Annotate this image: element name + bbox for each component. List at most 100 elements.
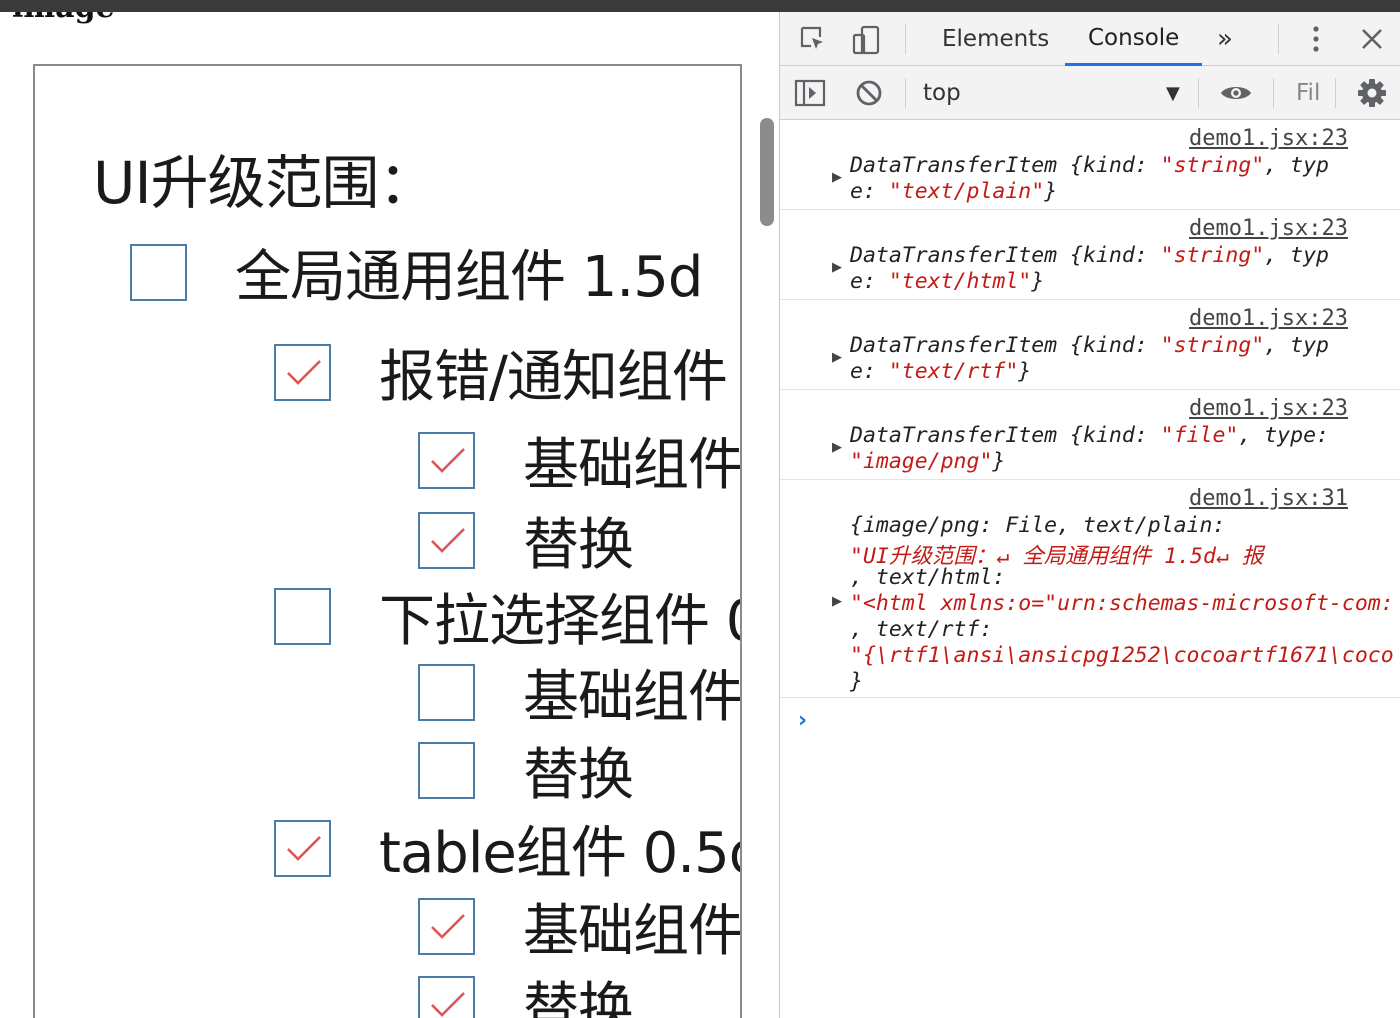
checklist-item: 替换 xyxy=(418,510,634,578)
checkbox[interactable] xyxy=(418,741,475,799)
log-string: "string" xyxy=(1160,333,1265,358)
log-text: e: xyxy=(850,179,889,204)
checklist-item: 替换 xyxy=(418,974,634,1018)
log-text: , typ xyxy=(1264,153,1329,178)
log-text: } xyxy=(1044,179,1058,204)
log-line: DataTransferItem {kind: "file", type: xyxy=(850,423,1329,448)
console-message[interactable]: demo1.jsx:23 ▶ DataTransferItem {kind: "st… xyxy=(780,120,1400,210)
checkbox[interactable] xyxy=(418,511,475,569)
tab-console[interactable]: Console xyxy=(1065,12,1203,66)
checklist-item: 报错/通知组件 ( xyxy=(274,342,740,410)
checklist-item-label: 全局通用组件 1.5d xyxy=(235,244,703,310)
checklist-item: 基础组件 xyxy=(418,896,740,964)
log-text: } xyxy=(1018,359,1032,384)
filter-input[interactable]: Fil xyxy=(1296,66,1320,120)
device-toolbar-icon[interactable] xyxy=(850,24,882,56)
source-link[interactable]: demo1.jsx:23 xyxy=(1189,216,1348,241)
more-tabs-icon[interactable]: » xyxy=(1217,12,1233,66)
separator xyxy=(905,24,906,54)
expand-triangle-icon[interactable]: ▶ xyxy=(832,260,842,275)
log-text: e: xyxy=(850,359,889,384)
tab-elements[interactable]: Elements xyxy=(942,12,1049,66)
log-string: "text/html" xyxy=(888,269,1032,294)
checkbox[interactable] xyxy=(130,243,187,301)
checkmark-icon xyxy=(287,359,321,385)
checkbox[interactable] xyxy=(418,431,475,489)
document-frame[interactable]: UI升级范围： 全局通用组件 1.5d 报错/通知组件 (基础组件 替换 下拉选择组件… xyxy=(33,64,742,1018)
show-sidebar-icon[interactable] xyxy=(794,78,826,108)
log-text: } xyxy=(1031,269,1045,294)
log-text: } xyxy=(992,449,1006,474)
log-line: e: "text/html"} xyxy=(850,269,1044,294)
checklist-item-label: 报错/通知组件 ( xyxy=(379,344,742,410)
checklist-item: 下拉选择组件 0 xyxy=(274,586,740,654)
log-text: DataTransferItem {kind: xyxy=(850,243,1161,268)
log-string: "string" xyxy=(1160,153,1265,178)
source-link[interactable]: demo1.jsx:31 xyxy=(1189,486,1348,511)
console-message[interactable]: demo1.jsx:31 ▶ {image/png: File, text/pl… xyxy=(780,480,1400,698)
checklist-item-label: table组件 0.5d xyxy=(379,820,742,886)
context-selector[interactable]: top xyxy=(923,66,961,120)
checkmark-icon xyxy=(431,991,465,1017)
log-text: , typ xyxy=(1264,243,1329,268)
expand-triangle-icon[interactable]: ▶ xyxy=(832,170,842,185)
checklist-item-label: 替换 xyxy=(523,742,634,808)
checklist-item: 基础组件 xyxy=(418,430,740,498)
log-string: "image/png" xyxy=(850,449,993,474)
settings-gear-icon[interactable] xyxy=(1356,77,1388,109)
separator xyxy=(1335,78,1336,108)
devtools-panel: Elements Console » top ▼ Fil demo1.jsx:2… xyxy=(779,12,1400,1018)
clear-console-icon[interactable] xyxy=(854,78,884,108)
checkbox[interactable] xyxy=(418,897,475,955)
checklist-item: 全局通用组件 1.5d xyxy=(130,242,703,310)
kebab-menu-icon[interactable] xyxy=(1304,24,1328,54)
page-heading: image xyxy=(12,12,115,25)
separator xyxy=(1273,78,1274,108)
console-message[interactable]: demo1.jsx:23 ▶ DataTransferItem {kind: "st… xyxy=(780,300,1400,390)
expand-triangle-icon[interactable]: ▶ xyxy=(832,350,842,365)
log-text: DataTransferItem {kind: xyxy=(850,423,1161,448)
console-message[interactable]: demo1.jsx:23 ▶ DataTransferItem {kind: "fi… xyxy=(780,390,1400,480)
checkbox[interactable] xyxy=(418,975,475,1018)
console-toolbar: top ▼ Fil xyxy=(780,66,1400,120)
separator xyxy=(1278,24,1279,54)
checkmark-icon xyxy=(431,527,465,553)
checkbox[interactable] xyxy=(274,587,331,645)
expand-triangle-icon[interactable]: ▶ xyxy=(832,440,842,455)
inspect-element-icon[interactable] xyxy=(798,24,828,54)
console-prompt-icon[interactable]: › xyxy=(798,708,807,733)
checkbox[interactable] xyxy=(274,819,331,877)
scrollbar-thumb[interactable] xyxy=(760,118,774,226)
chevron-down-icon[interactable]: ▼ xyxy=(1166,83,1180,104)
checkbox[interactable] xyxy=(418,663,475,721)
separator xyxy=(905,78,906,108)
window-top-strip xyxy=(0,0,1400,12)
expand-triangle-icon[interactable]: ▶ xyxy=(832,594,842,609)
checkmark-icon xyxy=(287,835,321,861)
web-page: image UI升级范围： 全局通用组件 1.5d报错/通知组件 (基础组件替换… xyxy=(0,12,779,1018)
log-text: DataTransferItem {kind: xyxy=(850,153,1161,178)
live-expression-eye-icon[interactable] xyxy=(1218,79,1254,107)
separator xyxy=(1198,78,1199,108)
log-line: DataTransferItem {kind: "string", typ xyxy=(850,153,1329,178)
source-link[interactable]: demo1.jsx:23 xyxy=(1189,396,1348,421)
document-title: UI升级范围： xyxy=(93,149,437,217)
checklist-item-label: 替换 xyxy=(523,512,634,578)
log-text: e: xyxy=(850,269,889,294)
devtools-tab-bar: Elements Console » xyxy=(780,12,1400,66)
checkmark-icon xyxy=(431,447,465,473)
log-text: , typ xyxy=(1264,333,1329,358)
close-icon[interactable] xyxy=(1358,25,1386,53)
log-line: DataTransferItem {kind: "string", typ xyxy=(850,243,1329,268)
log-line: {image/png: File, text/plain: xyxy=(850,513,1226,538)
log-string: "text/plain" xyxy=(888,179,1045,204)
checklist-item: 替换 xyxy=(418,740,634,808)
checklist-item: 基础组件 xyxy=(418,662,740,730)
console-message[interactable]: demo1.jsx:23 ▶ DataTransferItem {kind: "st… xyxy=(780,210,1400,300)
checklist-item-label: 基础组件 xyxy=(523,664,742,730)
checkbox[interactable] xyxy=(274,343,331,401)
checklist-item-label: 下拉选择组件 0 xyxy=(379,588,742,654)
source-link[interactable]: demo1.jsx:23 xyxy=(1189,306,1348,331)
source-link[interactable]: demo1.jsx:23 xyxy=(1189,126,1348,151)
log-line: } xyxy=(850,669,863,694)
